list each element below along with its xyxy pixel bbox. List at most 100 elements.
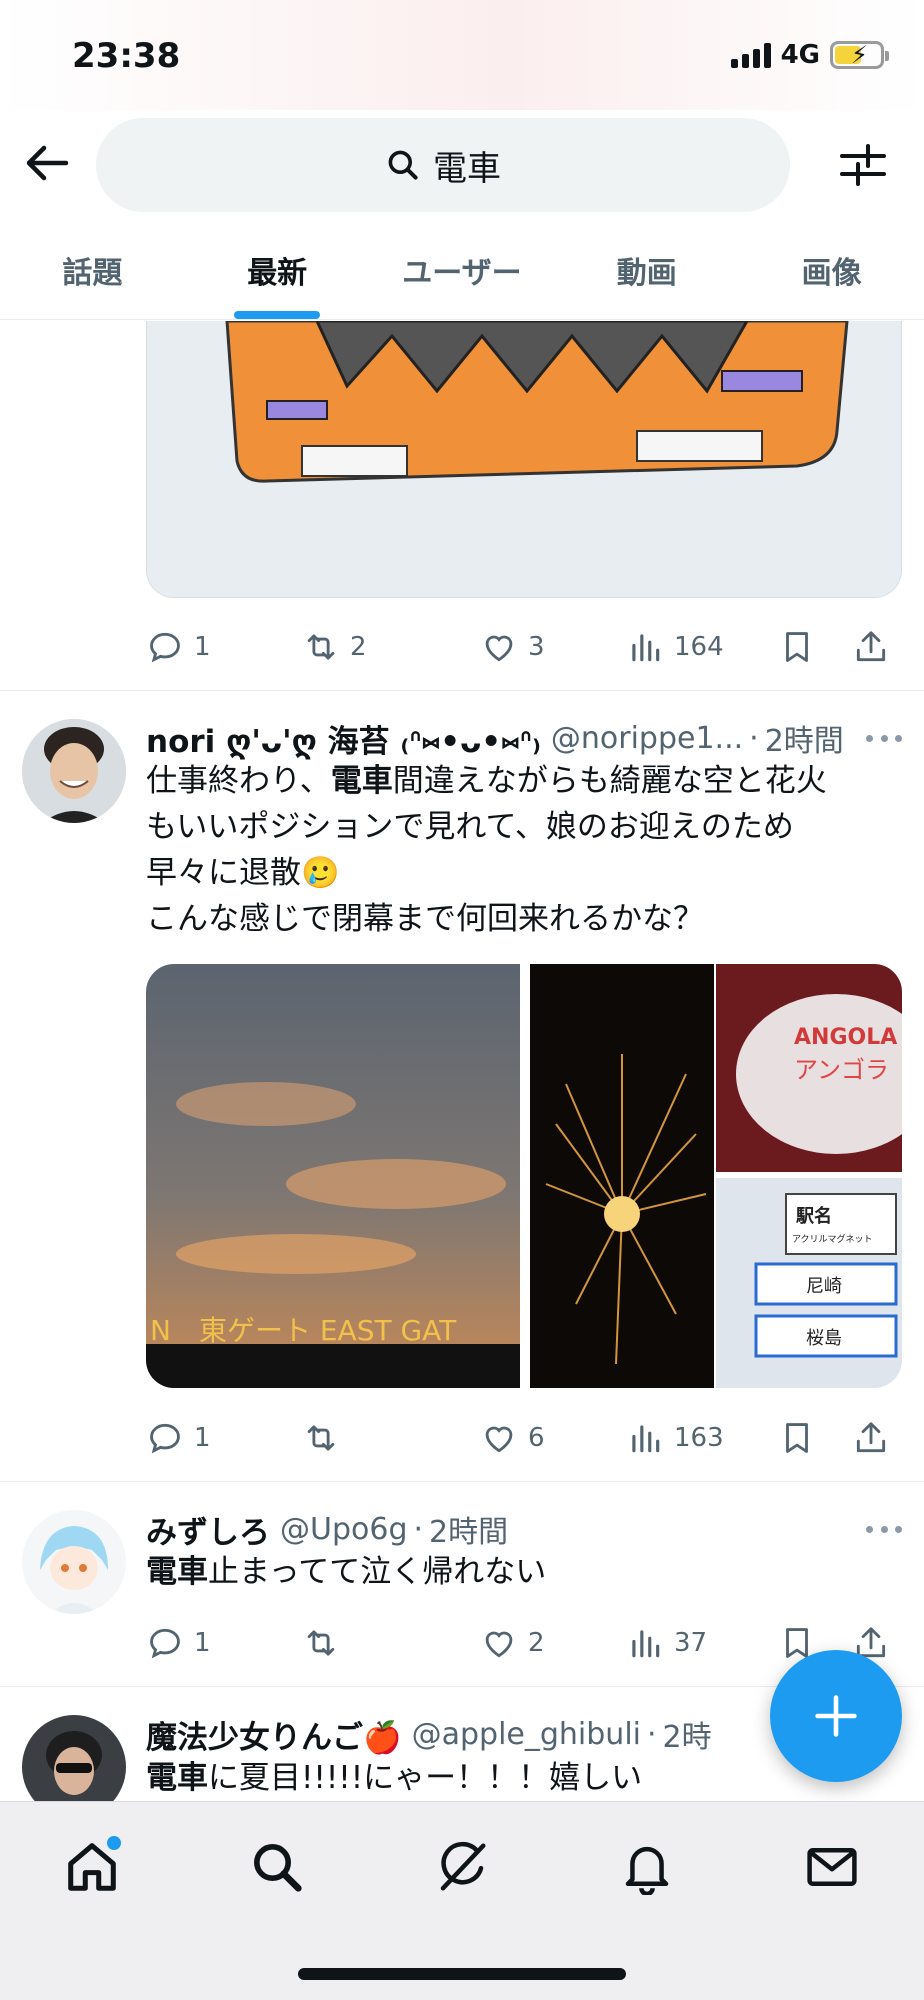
views-icon <box>632 1425 660 1453</box>
more-options-icon[interactable] <box>866 735 902 745</box>
search-icon <box>388 150 418 180</box>
media-caption-magnet: アクリルマグネット <box>792 1233 873 1245</box>
status-indicators: 4G ⚡ <box>730 40 889 70</box>
author-name[interactable]: みずしろ <box>146 1507 270 1551</box>
messages-icon <box>806 1847 857 1887</box>
like-button[interactable]: 6 <box>480 1419 626 1457</box>
media-caption-amagasaki: 尼崎 <box>806 1276 842 1297</box>
media-caption-sign: N 東ゲート EAST GAT <box>150 1314 457 1347</box>
tab-topics[interactable]: 話題 <box>0 220 185 319</box>
nav-grok[interactable] <box>427 1832 497 1902</box>
like-icon <box>485 1631 513 1658</box>
compose-button[interactable] <box>770 1650 902 1782</box>
reply-icon <box>150 1423 180 1454</box>
tab-images[interactable]: 画像 <box>739 220 924 319</box>
tweet-time: 2時 <box>662 1720 712 1755</box>
reply-button[interactable]: 1 <box>146 628 302 666</box>
active-tab-indicator <box>234 311 321 319</box>
avatar[interactable] <box>22 1510 126 1614</box>
reply-button[interactable]: 1 <box>146 1419 302 1457</box>
author-handle[interactable]: @Upo6g <box>280 1512 408 1547</box>
avatar[interactable] <box>22 1715 126 1801</box>
retweet-button[interactable]: 2 <box>302 628 480 666</box>
retweet-icon <box>307 1630 335 1656</box>
share-button[interactable] <box>852 1419 892 1457</box>
media-photo-fireworks[interactable] <box>530 964 714 1388</box>
like-button[interactable]: 3 <box>480 628 626 666</box>
media-caption-angola: ANGOLA <box>794 1025 897 1050</box>
nav-notifications[interactable] <box>612 1832 682 1902</box>
tab-users[interactable]: ユーザー <box>370 220 555 319</box>
reply-icon <box>150 1628 180 1659</box>
tweet-header: みずしろ @Upo6g · 2時間 <box>146 1507 846 1551</box>
reply-icon <box>150 632 180 663</box>
search-results-feed: 1 2 3 164 nori ღ'ᴗ'ღ 海苔 ₍ᐢ⑅•ᴗ•⑅ᐢ₎ @norip… <box>0 321 924 1801</box>
retweet-icon <box>307 634 335 660</box>
search-input[interactable]: 電車 <box>96 118 790 212</box>
tweet-actions: 1 2 3 164 <box>146 617 902 677</box>
bottom-navigation <box>0 1801 924 2000</box>
search-tabs: 話題 最新 ユーザー 動画 画像 <box>0 220 924 320</box>
back-arrow-icon[interactable] <box>22 138 72 188</box>
tweet-media-grid: N 東ゲート EAST GAT ANGOLA アンゴラ 駅名 アクリルマグネット… <box>146 964 902 1388</box>
tab-videos[interactable]: 動画 <box>554 220 739 319</box>
bookmark-icon <box>786 1423 808 1453</box>
more-options-icon[interactable] <box>866 1526 902 1536</box>
bookmark-button[interactable] <box>778 1419 852 1457</box>
notifications-icon <box>625 1846 669 1895</box>
bookmark-button[interactable] <box>778 628 852 666</box>
signal-icon <box>730 42 771 68</box>
views-button[interactable]: 164 <box>626 628 778 666</box>
tab-latest[interactable]: 最新 <box>185 220 370 319</box>
tweet-time: 2時間 <box>764 724 844 759</box>
like-icon <box>485 1426 513 1453</box>
media-photo-angola-sign[interactable]: ANGOLA アンゴラ <box>716 964 902 1172</box>
author-name[interactable]: 魔法少女りんご🍎 <box>146 1712 402 1756</box>
filter-icon[interactable] <box>838 140 888 190</box>
tweet-image[interactable] <box>146 321 902 598</box>
status-bar: 23:38 4G ⚡ <box>0 0 924 110</box>
like-icon <box>485 635 513 662</box>
author-handle[interactable]: @apple_ghibuli <box>412 1717 641 1752</box>
author-name[interactable]: nori ღ'ᴗ'ღ 海苔 ₍ᐢ⑅•ᴗ•⑅ᐢ₎ <box>146 716 541 760</box>
share-icon <box>856 631 886 662</box>
tweet-text: 電車止まってて泣く帰れない <box>146 1554 547 1590</box>
views-button[interactable]: 37 <box>626 1624 778 1662</box>
tweet-divider <box>0 1481 924 1482</box>
tweet-header: 魔法少女りんご🍎 @apple_ghibuli · 2時 <box>146 1712 846 1756</box>
battery-icon: ⚡ <box>830 41 889 69</box>
author-handle[interactable]: @norippe1... <box>551 721 743 756</box>
tweet-text: 仕事終わり、電車間違えながらも綺麗な空と花火 もいいポジションで見れて、娘のお迎… <box>146 763 827 937</box>
views-button[interactable]: 163 <box>626 1419 778 1457</box>
nav-messages[interactable] <box>797 1832 867 1902</box>
avatar[interactable] <box>22 719 126 823</box>
grok-icon <box>440 1841 486 1891</box>
retweet-button[interactable] <box>302 1419 480 1457</box>
status-time: 23:38 <box>72 36 181 76</box>
nav-explore[interactable] <box>242 1832 312 1902</box>
tweet-header: nori ღ'ᴗ'ღ 海苔 ₍ᐢ⑅•ᴗ•⑅ᐢ₎ @norippe1... · 2… <box>146 716 846 760</box>
media-caption-sakurajima: 桜島 <box>806 1328 842 1349</box>
share-button[interactable] <box>852 628 892 666</box>
home-indicator[interactable] <box>298 1968 626 1980</box>
media-photo-sky[interactable]: N 東ゲート EAST GAT <box>146 964 520 1388</box>
tweet-actions: 1 6 163 <box>146 1408 902 1468</box>
nav-home[interactable] <box>57 1832 127 1902</box>
retweet-button[interactable] <box>302 1624 480 1662</box>
views-icon <box>632 634 660 662</box>
search-query: 電車 <box>433 148 501 189</box>
bookmark-icon <box>786 632 808 662</box>
retweet-icon <box>307 1425 335 1451</box>
tweet-text: 電車に夏目!!!!!にゃー！！！嬉しい <box>146 1760 643 1796</box>
share-icon <box>856 1422 886 1453</box>
tweet-time: 2時間 <box>429 1515 509 1550</box>
tweet-divider <box>0 690 924 691</box>
search-header: 電車 <box>0 110 924 220</box>
media-caption-angola-kana: アンゴラ <box>794 1056 889 1084</box>
tweet-actions: 1 2 37 <box>146 1613 902 1673</box>
media-photo-station-magnet[interactable]: 駅名 アクリルマグネット 尼崎 桜島 <box>716 1178 902 1388</box>
media-caption-station: 駅名 <box>795 1205 832 1227</box>
views-icon <box>632 1630 660 1658</box>
like-button[interactable]: 2 <box>480 1624 626 1662</box>
reply-button[interactable]: 1 <box>146 1624 302 1662</box>
